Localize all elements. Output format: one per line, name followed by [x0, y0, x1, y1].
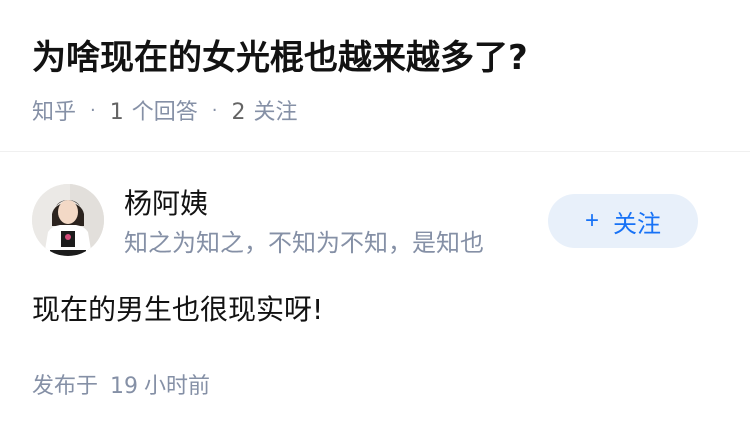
follow-count[interactable]: 2 关注 [232, 94, 298, 126]
answer-timestamp: 发布于 19 小时前 [32, 370, 210, 404]
answer-count-number: 1 [109, 100, 124, 125]
avatar-image [32, 184, 104, 256]
avatar[interactable] [32, 184, 104, 256]
author-info: 杨阿姨 知之为知之，不知为不知，是知也 + 关注 [32, 184, 718, 264]
published-number: 19 [110, 374, 139, 399]
answer-count-label: 个回答 [131, 100, 198, 125]
author-bio: 知之为知之，不知为不知，是知也 [124, 229, 484, 257]
question-title[interactable]: 为啥现在的女光棍也越来越多了? [32, 34, 528, 82]
follow-button-label: 关注 [613, 210, 661, 238]
answer-count[interactable]: 1 个回答 [110, 94, 198, 126]
source-label[interactable]: 知乎 [32, 94, 76, 126]
plus-icon: + [584, 207, 599, 234]
follow-button[interactable]: + 关注 [548, 194, 698, 248]
answer-content[interactable]: 现在的男生也很现实呀! [32, 290, 323, 330]
answer-page: 为啥现在的女光棍也越来越多了? 知乎 · 1 个回答 · 2 关注 杨阿姨 知之… [0, 0, 750, 438]
author-name[interactable]: 杨阿姨 [124, 184, 208, 224]
question-meta: 知乎 · 1 个回答 · 2 关注 [32, 92, 298, 128]
meta-separator: · [211, 99, 218, 121]
follow-count-number: 2 [231, 100, 246, 125]
published-prefix: 发布于 [32, 374, 99, 399]
follow-count-label: 关注 [253, 100, 298, 125]
question-header: 为啥现在的女光棍也越来越多了? 知乎 · 1 个回答 · 2 关注 [0, 0, 750, 152]
meta-separator: · [90, 99, 96, 121]
published-unit: 小时前 [144, 374, 211, 399]
